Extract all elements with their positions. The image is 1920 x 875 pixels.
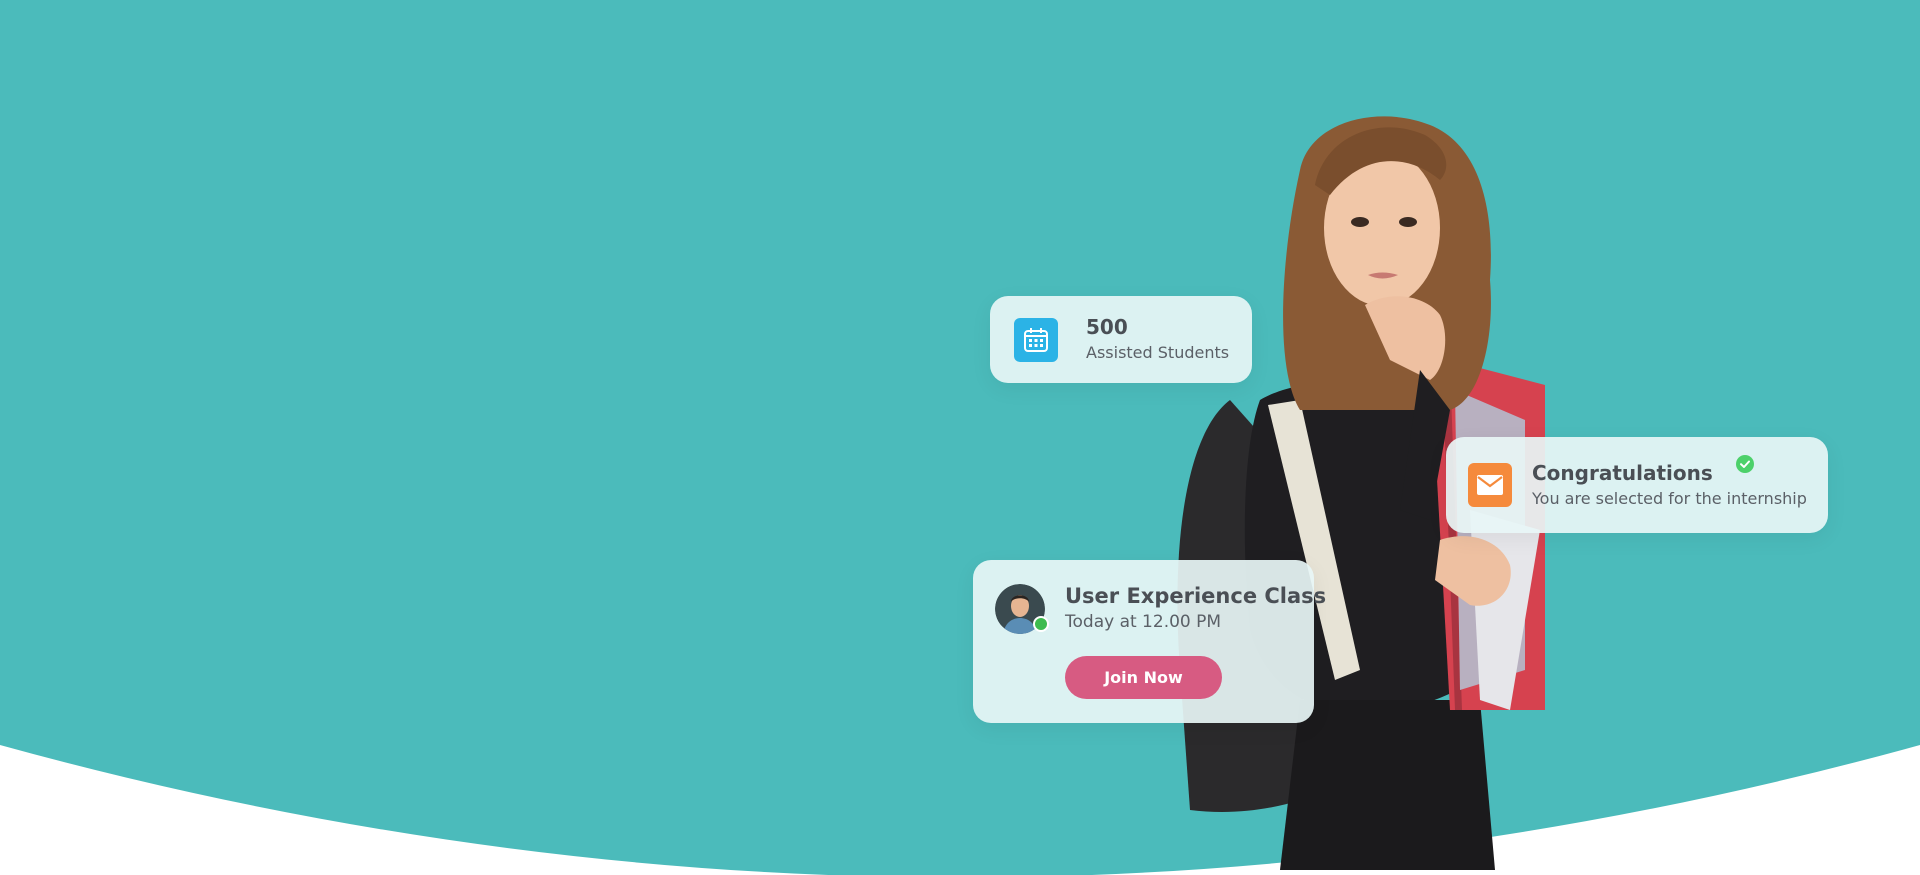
assisted-students-card: 500 Assisted Students: [990, 296, 1252, 383]
join-now-button[interactable]: Join Now: [1065, 656, 1222, 699]
congrats-title: Congratulations: [1532, 461, 1713, 485]
online-status-dot: [1033, 616, 1049, 632]
hero-section: 500 Assisted Students Congratulations Yo…: [0, 0, 1920, 875]
students-label: Assisted Students: [1086, 343, 1230, 362]
students-count: 500: [1086, 315, 1128, 339]
congratulations-card: Congratulations You are selected for the…: [1446, 437, 1828, 533]
congrats-message: You are selected for the internship: [1532, 489, 1807, 508]
mail-icon: [1468, 463, 1512, 507]
calendar-icon: [1014, 318, 1058, 362]
class-card: User Experience Class Today at 12.00 PM …: [973, 560, 1326, 723]
class-time: Today at 12.00 PM: [1065, 612, 1222, 632]
class-title: User Experience Class: [1065, 584, 1327, 608]
check-circle-icon: [1736, 455, 1754, 473]
